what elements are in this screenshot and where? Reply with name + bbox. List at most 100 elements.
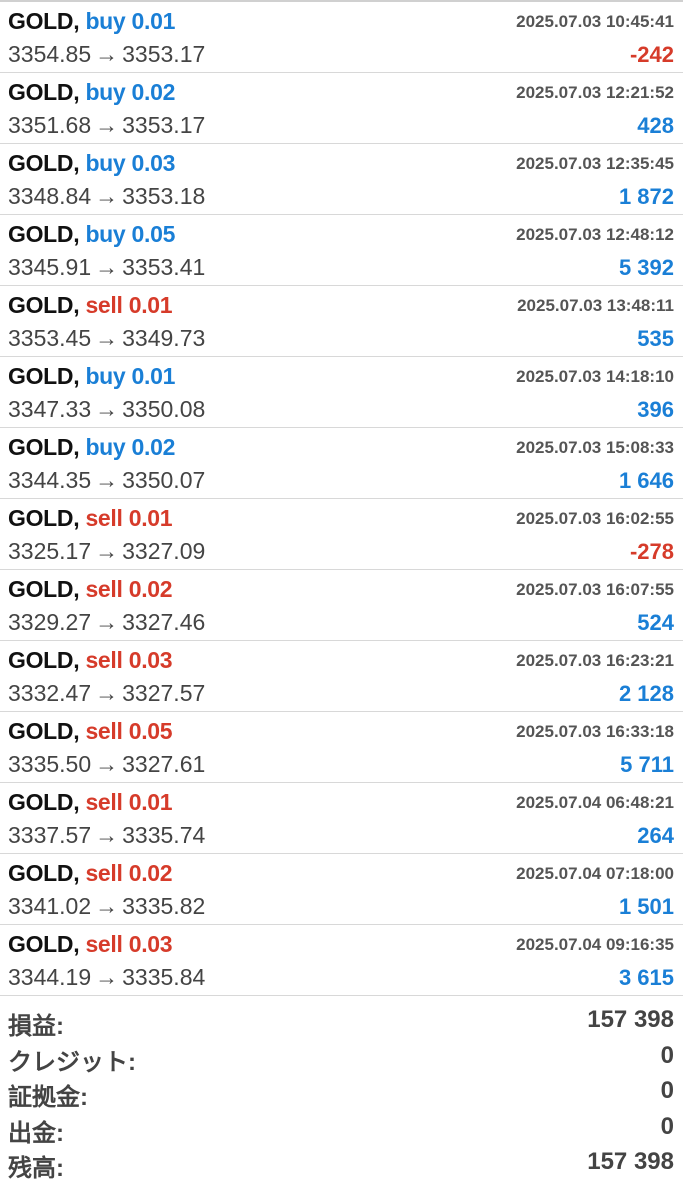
deal-volume: 0.01 (131, 8, 176, 34)
deal-symbol: GOLD (8, 647, 74, 673)
deal-type: sell (85, 860, 123, 886)
deal-symbol: GOLD (8, 221, 74, 247)
deal-volume: 0.02 (131, 79, 176, 105)
deal-row[interactable]: GOLD, buy 0.02 2025.07.03 15:08:33 3344.35… (0, 428, 683, 499)
deal-volume: 0.03 (128, 647, 173, 673)
deal-time: 2025.07.03 13:48:11 (517, 296, 674, 315)
deal-row[interactable]: GOLD, sell 0.01 2025.07.03 13:48:11 3353.4… (0, 286, 683, 357)
deal-open-price: 3337.57 (8, 822, 92, 848)
deal-row[interactable]: GOLD, buy 0.01 2025.07.03 14:18:10 3347.33… (0, 357, 683, 428)
deal-separator: , (73, 505, 86, 531)
deal-type: sell (85, 505, 123, 531)
summary-label: クレジット: (8, 1048, 136, 1076)
deal-profit: 3 615 (618, 965, 674, 990)
deal-row[interactable]: GOLD, buy 0.05 2025.07.03 12:48:12 3345.91… (0, 215, 683, 286)
summary-value: 0 (660, 1112, 674, 1140)
deal-prices: 3344.19 → 3335.84 (8, 964, 205, 991)
deal-profit: 5 711 (620, 752, 674, 777)
deal-row[interactable]: GOLD, sell 0.05 2025.07.03 16:33:18 3335.5… (0, 712, 683, 783)
summary-row: 残高: 157 398 (0, 1144, 683, 1182)
deal-profit: 264 (637, 823, 674, 848)
deal-volume: 0.02 (128, 576, 173, 602)
deal-open-price: 3344.19 (8, 964, 92, 990)
deal-row[interactable]: GOLD, buy 0.01 2025.07.03 10:45:41 3354.85… (0, 2, 683, 73)
deal-type: buy (85, 150, 126, 176)
deal-volume: 0.01 (128, 505, 173, 531)
deal-profit: 1 872 (618, 184, 674, 209)
deal-type: buy (85, 434, 126, 460)
deal-time: 2025.07.03 15:08:33 (516, 438, 674, 457)
deal-open-price: 3325.17 (8, 538, 92, 564)
summary-label: 出金: (8, 1119, 64, 1147)
deal-header: GOLD, sell 0.02 (8, 576, 173, 603)
deal-row[interactable]: GOLD, buy 0.03 2025.07.03 12:35:45 3348.84… (0, 144, 683, 215)
deal-header: GOLD, sell 0.01 (8, 505, 173, 532)
arrow-right-icon: → (95, 822, 119, 848)
deal-time: 2025.07.03 16:23:21 (516, 651, 674, 670)
deal-row[interactable]: GOLD, sell 0.02 2025.07.04 07:18:00 3341.0… (0, 854, 683, 925)
deal-volume: 0.03 (128, 931, 173, 957)
deal-prices: 3341.02 → 3335.82 (8, 893, 205, 920)
deal-symbol: GOLD (8, 292, 74, 318)
deal-time: 2025.07.03 12:21:52 (516, 83, 674, 102)
deal-separator: , (73, 718, 86, 744)
deal-history-list: GOLD, buy 0.01 2025.07.03 10:45:41 3354.85… (0, 2, 683, 996)
account-summary: 損益: 157 398 クレジット: 0 証拠金: 0 出金: 0 残高: 157 398 (0, 996, 683, 1182)
deal-open-price: 3347.33 (8, 396, 92, 422)
arrow-right-icon: → (95, 751, 119, 777)
deal-prices: 3335.50 → 3327.61 (8, 751, 205, 778)
deal-row[interactable]: GOLD, sell 0.02 2025.07.03 16:07:55 3329.2… (0, 570, 683, 641)
deal-type: buy (85, 363, 126, 389)
deal-symbol: GOLD (8, 363, 74, 389)
deal-row[interactable]: GOLD, buy 0.02 2025.07.03 12:21:52 3351.68… (0, 73, 683, 144)
deal-close-price: 3353.18 (122, 183, 206, 209)
deal-prices: 3347.33 → 3350.08 (8, 396, 205, 423)
deal-profit: 524 (637, 610, 674, 635)
deal-symbol: GOLD (8, 789, 74, 815)
deal-time: 2025.07.03 10:45:41 (516, 12, 674, 31)
deal-profit: 2 128 (618, 681, 674, 706)
deal-symbol: GOLD (8, 8, 74, 34)
arrow-right-icon: → (95, 183, 119, 209)
deal-volume: 0.02 (128, 860, 173, 886)
deal-time: 2025.07.04 09:16:35 (516, 935, 674, 954)
deal-type: sell (85, 647, 123, 673)
deal-separator: , (73, 363, 86, 389)
deal-separator: , (73, 576, 86, 602)
arrow-right-icon: → (95, 467, 119, 493)
deal-header: GOLD, sell 0.03 (8, 931, 173, 958)
deal-row[interactable]: GOLD, sell 0.03 2025.07.03 16:23:21 3332.4… (0, 641, 683, 712)
deal-volume: 0.03 (131, 150, 176, 176)
deal-open-price: 3332.47 (8, 680, 92, 706)
deal-header: GOLD, buy 0.03 (8, 150, 175, 177)
deal-row[interactable]: GOLD, sell 0.01 2025.07.04 06:48:21 3337.5… (0, 783, 683, 854)
deal-open-price: 3354.85 (8, 41, 92, 67)
deal-row[interactable]: GOLD, sell 0.03 2025.07.04 09:16:35 3344.1… (0, 925, 683, 996)
summary-row: 証拠金: 0 (0, 1073, 683, 1111)
deal-profit: 1 501 (618, 894, 674, 919)
deal-prices: 3344.35 → 3350.07 (8, 467, 205, 494)
deal-header: GOLD, sell 0.05 (8, 718, 173, 745)
summary-value: 157 398 (587, 1148, 674, 1175)
deal-close-price: 3335.82 (122, 893, 206, 919)
summary-value: 157 398 (587, 1006, 674, 1033)
summary-row: 損益: 157 398 (0, 1002, 683, 1040)
deal-header: GOLD, sell 0.01 (8, 789, 173, 816)
deal-header: GOLD, buy 0.01 (8, 8, 175, 35)
deal-volume: 0.01 (131, 363, 176, 389)
deal-close-price: 3353.17 (122, 112, 206, 138)
deal-row[interactable]: GOLD, sell 0.01 2025.07.03 16:02:55 3325.1… (0, 499, 683, 570)
arrow-right-icon: → (95, 325, 119, 351)
deal-header: GOLD, sell 0.03 (8, 647, 173, 674)
deal-separator: , (73, 79, 86, 105)
deal-symbol: GOLD (8, 576, 74, 602)
deal-prices: 3353.45 → 3349.73 (8, 325, 205, 352)
deal-header: GOLD, buy 0.01 (8, 363, 175, 390)
deal-prices: 3337.57 → 3335.74 (8, 822, 205, 849)
deal-separator: , (73, 931, 86, 957)
deal-open-price: 3335.50 (8, 751, 92, 777)
deal-symbol: GOLD (8, 150, 74, 176)
deal-profit: -242 (629, 42, 674, 67)
deal-header: GOLD, sell 0.02 (8, 860, 173, 887)
deal-time: 2025.07.03 16:07:55 (516, 580, 674, 599)
